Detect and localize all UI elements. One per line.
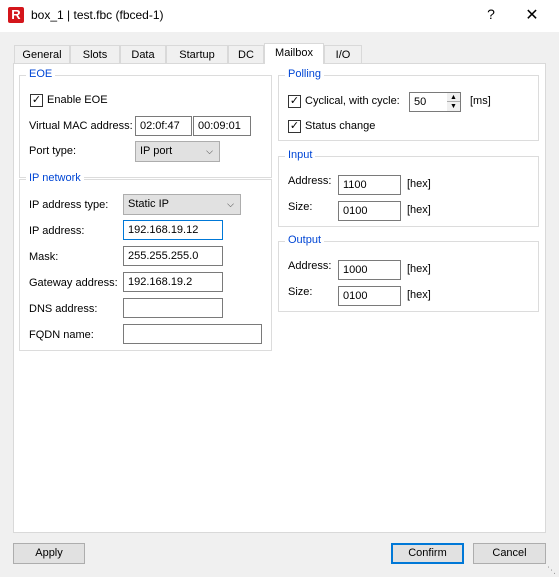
- app-logo-icon: R: [8, 7, 24, 23]
- cycle-spinner[interactable]: ▲ ▼: [447, 92, 461, 112]
- eoe-group: EOE ✓ Enable EOE Virtual MAC address: 02…: [19, 68, 272, 178]
- tab-mailbox[interactable]: Mailbox: [264, 43, 324, 64]
- fqdn-name-label: FQDN name:: [29, 329, 94, 341]
- tab-io[interactable]: I/O: [324, 45, 362, 65]
- ip-address-input[interactable]: 192.168.19.12: [123, 220, 223, 240]
- input-group-title: Input: [285, 149, 316, 161]
- ip-address-type-select[interactable]: Static IP ⌵: [123, 194, 241, 215]
- output-address-unit: [hex]: [407, 263, 431, 275]
- chevron-down-icon: ⌵: [206, 146, 213, 156]
- help-button[interactable]: ?: [484, 6, 498, 22]
- input-group: Input Address: 1100 [hex] Size: 0100 [he…: [278, 149, 539, 227]
- cycle-unit: [ms]: [470, 95, 491, 107]
- port-type-label: Port type:: [29, 145, 77, 157]
- close-button[interactable]: ✕: [522, 5, 542, 25]
- input-address-input[interactable]: 1100: [338, 175, 401, 195]
- mac-address-label: Virtual MAC address:: [29, 120, 133, 132]
- mac-address-part2-input[interactable]: 00:09:01: [193, 116, 251, 136]
- ip-address-label: IP address:: [29, 225, 85, 237]
- title-bar: R box_1 | test.fbc (fbced-1) ? ✕: [0, 0, 559, 32]
- mask-label: Mask:: [29, 251, 59, 263]
- port-type-value: IP port: [140, 145, 173, 157]
- status-change-checkbox[interactable]: ✓: [288, 120, 301, 133]
- apply-button[interactable]: Apply: [13, 543, 85, 564]
- enable-eoe-checkbox[interactable]: ✓: [30, 94, 43, 107]
- tab-startup[interactable]: Startup: [166, 45, 228, 65]
- gateway-address-input[interactable]: 192.168.19.2: [123, 272, 223, 292]
- cyclical-label: Cyclical, with cycle:: [305, 95, 400, 107]
- window-title: box_1 | test.fbc (fbced-1): [31, 8, 164, 22]
- ip-address-type-value: Static IP: [128, 198, 169, 210]
- cancel-button[interactable]: Cancel: [473, 543, 546, 564]
- polling-group-title: Polling: [285, 68, 325, 80]
- input-address-unit: [hex]: [407, 178, 431, 190]
- output-group-title: Output: [285, 234, 325, 246]
- port-type-select[interactable]: IP port ⌵: [135, 141, 220, 162]
- output-size-label: Size:: [288, 286, 313, 298]
- output-address-label: Address:: [288, 260, 332, 272]
- chevron-down-icon: ⌵: [227, 199, 234, 209]
- mac-address-part1-input[interactable]: 02:0f:47: [135, 116, 192, 136]
- cyclical-checkbox[interactable]: ✓: [288, 95, 301, 108]
- gateway-address-label: Gateway address:: [29, 277, 118, 289]
- input-size-input[interactable]: 0100: [338, 201, 401, 221]
- dns-address-label: DNS address:: [29, 303, 98, 315]
- mailbox-panel: EOE ✓ Enable EOE Virtual MAC address: 02…: [13, 63, 546, 533]
- spin-up-icon[interactable]: ▲: [447, 93, 460, 102]
- output-group: Output Address: 1000 [hex] Size: 0100 [h…: [278, 234, 539, 312]
- mask-input[interactable]: 255.255.255.0: [123, 246, 223, 266]
- input-size-unit: [hex]: [407, 204, 431, 216]
- fqdn-name-input[interactable]: [123, 324, 262, 344]
- tab-dc[interactable]: DC: [228, 45, 264, 65]
- output-size-input[interactable]: 0100: [338, 286, 401, 306]
- tab-general[interactable]: General: [14, 45, 70, 65]
- tab-data[interactable]: Data: [120, 45, 166, 65]
- output-size-unit: [hex]: [407, 289, 431, 301]
- status-change-label: Status change: [305, 120, 376, 132]
- enable-eoe-label: Enable EOE: [47, 94, 108, 106]
- cycle-input[interactable]: 50: [409, 92, 448, 112]
- ip-network-group-title: IP network: [26, 172, 84, 184]
- output-address-input[interactable]: 1000: [338, 260, 401, 280]
- confirm-button[interactable]: Confirm: [391, 543, 464, 564]
- input-size-label: Size:: [288, 201, 313, 213]
- dns-address-input[interactable]: [123, 298, 223, 318]
- resize-grip-icon[interactable]: ⋱: [547, 565, 557, 575]
- polling-group: Polling ✓ Cyclical, with cycle: 50 ▲ ▼ […: [278, 68, 539, 141]
- eoe-group-title: EOE: [26, 68, 56, 80]
- ip-address-type-label: IP address type:: [29, 199, 109, 211]
- ip-network-group: IP network IP address type: Static IP ⌵ …: [19, 172, 272, 351]
- tab-slots[interactable]: Slots: [70, 45, 120, 65]
- input-address-label: Address:: [288, 175, 332, 187]
- spin-down-icon[interactable]: ▼: [447, 102, 460, 111]
